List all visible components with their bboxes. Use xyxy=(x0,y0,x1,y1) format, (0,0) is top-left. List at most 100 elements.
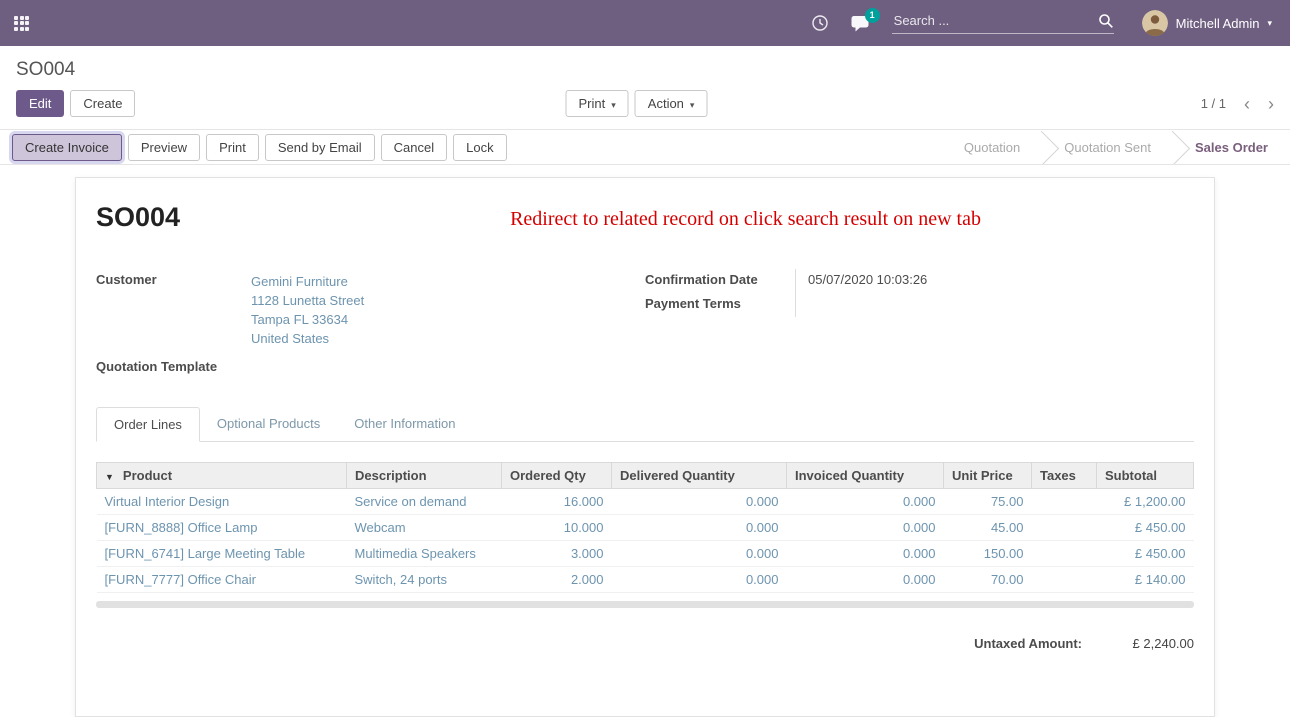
order-totals: Untaxed Amount: £ 2,240.00 xyxy=(96,636,1194,651)
cell-description[interactable]: Webcam xyxy=(347,515,502,541)
cell-product[interactable]: [FURN_6741] Large Meeting Table xyxy=(97,541,347,567)
column-header-invoiced-quantity[interactable]: Invoiced Quantity xyxy=(787,463,944,489)
edit-button[interactable]: Edit xyxy=(16,90,64,117)
chevron-down-icon: ▾ xyxy=(690,100,695,110)
status-quotation-sent[interactable]: Quotation Sent xyxy=(1042,130,1173,164)
messages-count-badge: 1 xyxy=(865,8,880,23)
quotation-template-label: Quotation Template xyxy=(96,356,251,377)
lock-button[interactable]: Lock xyxy=(453,134,506,161)
messages-icon[interactable]: 1 xyxy=(851,15,870,32)
cell-subtotal[interactable]: £ 450.00 xyxy=(1097,515,1194,541)
cell-delivered-qty[interactable]: 0.000 xyxy=(612,541,787,567)
cell-delivered-qty[interactable]: 0.000 xyxy=(612,567,787,593)
user-menu[interactable]: Mitchell Admin ▾ xyxy=(1136,10,1272,36)
cancel-button[interactable]: Cancel xyxy=(381,134,447,161)
form-sheet: SO004 Redirect to related record on clic… xyxy=(75,177,1215,717)
confirmation-date-value: 05/07/2020 10:03:26 xyxy=(795,269,1125,293)
cell-description[interactable]: Switch, 24 ports xyxy=(347,567,502,593)
chevron-down-icon: ▾ xyxy=(611,100,616,110)
table-header-row: ▼Product Description Ordered Qty Deliver… xyxy=(97,463,1194,489)
column-header-taxes[interactable]: Taxes xyxy=(1032,463,1097,489)
cell-unit-price[interactable]: 75.00 xyxy=(944,489,1032,515)
cell-subtotal[interactable]: £ 450.00 xyxy=(1097,541,1194,567)
pager: 1 / 1 ‹ › xyxy=(1201,95,1274,113)
cell-taxes[interactable] xyxy=(1032,515,1097,541)
untaxed-amount-label: Untaxed Amount: xyxy=(974,636,1082,651)
cell-product[interactable]: Virtual Interior Design xyxy=(97,489,347,515)
chevron-down-icon: ▾ xyxy=(1267,19,1272,28)
create-button[interactable]: Create xyxy=(70,90,135,117)
global-search xyxy=(892,12,1114,34)
tab-order-lines[interactable]: Order Lines xyxy=(96,407,200,442)
horizontal-scrollbar[interactable] xyxy=(96,601,1194,608)
column-header-unit-price[interactable]: Unit Price xyxy=(944,463,1032,489)
search-input[interactable] xyxy=(892,12,1098,29)
action-menu-button[interactable]: Action▾ xyxy=(635,90,708,117)
customer-label: Customer xyxy=(96,269,251,351)
cell-unit-price[interactable]: 70.00 xyxy=(944,567,1032,593)
tab-optional-products[interactable]: Optional Products xyxy=(200,407,337,441)
payment-terms-label: Payment Terms xyxy=(645,293,795,317)
status-pipeline: Quotation Quotation Sent Sales Order xyxy=(942,130,1290,164)
cell-delivered-qty[interactable]: 0.000 xyxy=(612,515,787,541)
breadcrumb: SO004 xyxy=(0,46,1290,81)
cell-subtotal[interactable]: £ 1,200.00 xyxy=(1097,489,1194,515)
cell-taxes[interactable] xyxy=(1032,541,1097,567)
cell-ordered-qty[interactable]: 3.000 xyxy=(502,541,612,567)
customer-city: Tampa FL 33634 xyxy=(251,310,364,329)
statusbar: Create Invoice Preview Print Send by Ema… xyxy=(0,129,1290,165)
print-button[interactable]: Print xyxy=(206,134,259,161)
column-header-product[interactable]: ▼Product xyxy=(97,463,347,489)
cell-invoiced-qty[interactable]: 0.000 xyxy=(787,541,944,567)
status-sales-order[interactable]: Sales Order xyxy=(1173,130,1290,164)
print-menu-button[interactable]: Print▾ xyxy=(566,90,629,117)
breadcrumb-title: SO004 xyxy=(16,59,75,80)
tab-other-information[interactable]: Other Information xyxy=(337,407,472,441)
cell-unit-price[interactable]: 45.00 xyxy=(944,515,1032,541)
status-quotation[interactable]: Quotation xyxy=(942,130,1042,164)
avatar xyxy=(1142,10,1168,36)
notebook-tabs: Order Lines Optional Products Other Info… xyxy=(96,407,1194,442)
cell-product[interactable]: [FURN_7777] Office Chair xyxy=(97,567,347,593)
cell-invoiced-qty[interactable]: 0.000 xyxy=(787,515,944,541)
cell-delivered-qty[interactable]: 0.000 xyxy=(612,489,787,515)
control-panel: Edit Create Print▾ Action▾ 1 / 1 ‹ › xyxy=(0,81,1290,129)
cell-ordered-qty[interactable]: 2.000 xyxy=(502,567,612,593)
sort-caret-icon[interactable]: ▼ xyxy=(105,472,114,482)
confirmation-date-label: Confirmation Date xyxy=(645,269,795,293)
customer-name-link[interactable]: Gemini Furniture xyxy=(251,272,364,291)
table-row: [FURN_8888] Office Lamp Webcam 10.000 0.… xyxy=(97,515,1194,541)
send-by-email-button[interactable]: Send by Email xyxy=(265,134,375,161)
cell-ordered-qty[interactable]: 16.000 xyxy=(502,489,612,515)
payment-terms-value xyxy=(795,293,1125,317)
customer-street: 1128 Lunetta Street xyxy=(251,291,364,310)
customer-country: United States xyxy=(251,329,364,348)
cell-invoiced-qty[interactable]: 0.000 xyxy=(787,567,944,593)
cell-description[interactable]: Service on demand xyxy=(347,489,502,515)
preview-button[interactable]: Preview xyxy=(128,134,200,161)
cell-unit-price[interactable]: 150.00 xyxy=(944,541,1032,567)
column-header-subtotal[interactable]: Subtotal xyxy=(1097,463,1194,489)
create-invoice-button[interactable]: Create Invoice xyxy=(12,134,122,161)
pager-value: 1 / 1 xyxy=(1201,96,1226,111)
customer-value: Gemini Furniture 1128 Lunetta Street Tam… xyxy=(251,269,364,351)
table-row: [FURN_6741] Large Meeting Table Multimed… xyxy=(97,541,1194,567)
cell-ordered-qty[interactable]: 10.000 xyxy=(502,515,612,541)
order-lines-table: ▼Product Description Ordered Qty Deliver… xyxy=(96,462,1194,593)
search-icon[interactable] xyxy=(1098,13,1114,29)
cell-subtotal[interactable]: £ 140.00 xyxy=(1097,567,1194,593)
table-row: [FURN_7777] Office Chair Switch, 24 port… xyxy=(97,567,1194,593)
activities-clock-icon[interactable] xyxy=(811,14,829,32)
cell-taxes[interactable] xyxy=(1032,489,1097,515)
column-header-delivered-quantity[interactable]: Delivered Quantity xyxy=(612,463,787,489)
column-header-description[interactable]: Description xyxy=(347,463,502,489)
annotation-text: Redirect to related record on click sear… xyxy=(510,208,981,231)
apps-menu-icon[interactable] xyxy=(14,16,29,31)
cell-taxes[interactable] xyxy=(1032,567,1097,593)
cell-product[interactable]: [FURN_8888] Office Lamp xyxy=(97,515,347,541)
cell-description[interactable]: Multimedia Speakers xyxy=(347,541,502,567)
pager-next-icon[interactable]: › xyxy=(1268,95,1274,113)
cell-invoiced-qty[interactable]: 0.000 xyxy=(787,489,944,515)
pager-previous-icon[interactable]: ‹ xyxy=(1244,95,1250,113)
column-header-ordered-qty[interactable]: Ordered Qty xyxy=(502,463,612,489)
